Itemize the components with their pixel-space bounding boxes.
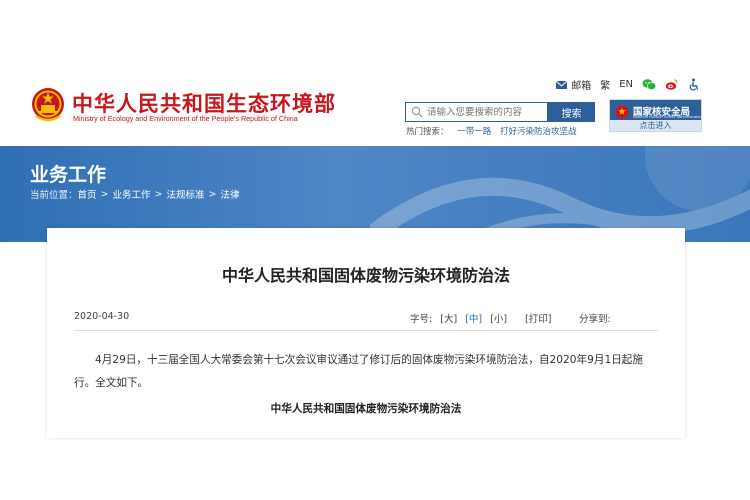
nnsa-subtitle: National Nuclear Safety Administration <box>633 115 704 119</box>
national-emblem-icon <box>32 88 64 122</box>
breadcrumb-separator: > <box>100 188 109 200</box>
font-size-medium-button[interactable]: [中] <box>465 314 482 325</box>
search-input[interactable] <box>427 106 545 118</box>
mail-link[interactable]: 邮箱 <box>555 77 591 92</box>
breadcrumb-law[interactable]: 法律 <box>220 187 239 201</box>
article-title: 中华人民共和国固体废物污染环境防治法 <box>221 266 510 285</box>
font-size-label: 字号: <box>410 314 433 325</box>
accessibility-icon[interactable] <box>687 78 700 91</box>
article-meta: 2020-04-30 字号: [大] [中] [小] [打印] 分享到: <box>74 311 658 331</box>
section-title: 业务工作 <box>30 164 107 186</box>
nnsa-entry-button[interactable]: 国家核安全局 National Nuclear Safety Administr… <box>609 99 704 132</box>
utility-bar: 邮箱 繁 EN <box>555 77 700 92</box>
mail-label: 邮箱 <box>571 81 592 92</box>
breadcrumb-separator: > <box>208 188 217 200</box>
breadcrumb-home[interactable]: 首页 <box>78 187 97 201</box>
hot-search-label: 热门搜索： <box>406 127 449 137</box>
breadcrumb-separator: > <box>154 188 163 200</box>
weibo-icon[interactable] <box>665 78 678 91</box>
print-button[interactable]: [打印] <box>525 311 551 325</box>
article-card: 中华人民共和国固体废物污染环境防治法 2020-04-30 字号: [大] [中… <box>47 228 685 438</box>
english-link[interactable]: EN <box>619 79 633 90</box>
font-size-controls: 字号: [大] [中] [小] <box>410 311 512 325</box>
article-subtitle: 中华人民共和国固体废物污染环境防治法 <box>270 403 462 415</box>
hot-search-link-pollution[interactable]: 打好污染防治攻坚战 <box>500 127 577 137</box>
breadcrumb-prefix: 当前位置： <box>30 190 78 201</box>
breadcrumb: 当前位置： 首页 > 业务工作 > 法规标准 > 法律 <box>30 187 239 202</box>
meta-divider <box>74 330 658 331</box>
wechat-icon[interactable] <box>642 78 656 91</box>
font-size-large-button[interactable]: [大] <box>440 314 457 325</box>
search-button[interactable]: 搜索 <box>548 102 595 122</box>
font-size-small-button[interactable]: [小] <box>490 314 507 325</box>
share-label: 分享到: <box>579 314 611 325</box>
publish-date: 2020-04-30 <box>74 311 130 322</box>
article-body-paragraph: 4月29日，十三届全国人大常委会第十七次会议审议通过了修订后的固体废物污染环境防… <box>74 354 643 389</box>
search-box <box>405 102 548 122</box>
hot-search-link-belt-road[interactable]: 一带一路 <box>457 127 491 137</box>
ministry-name-en: Ministry of Ecology and Environment of t… <box>73 114 298 123</box>
nnsa-emblem-icon <box>615 105 629 119</box>
hot-search: 热门搜索： 一带一路 打好污染防治攻坚战 <box>406 125 576 137</box>
site-header: 中华人民共和国生态环境部 Ministry of Ecology and Env… <box>0 0 750 146</box>
nnsa-enter-label: 点击进入 <box>610 120 701 131</box>
breadcrumb-regulations[interactable]: 法规标准 <box>166 187 204 201</box>
mail-icon <box>555 80 568 89</box>
search-icon <box>411 106 423 118</box>
breadcrumb-business[interactable]: 业务工作 <box>113 187 151 201</box>
traditional-chinese-link[interactable]: 繁 <box>600 77 610 92</box>
